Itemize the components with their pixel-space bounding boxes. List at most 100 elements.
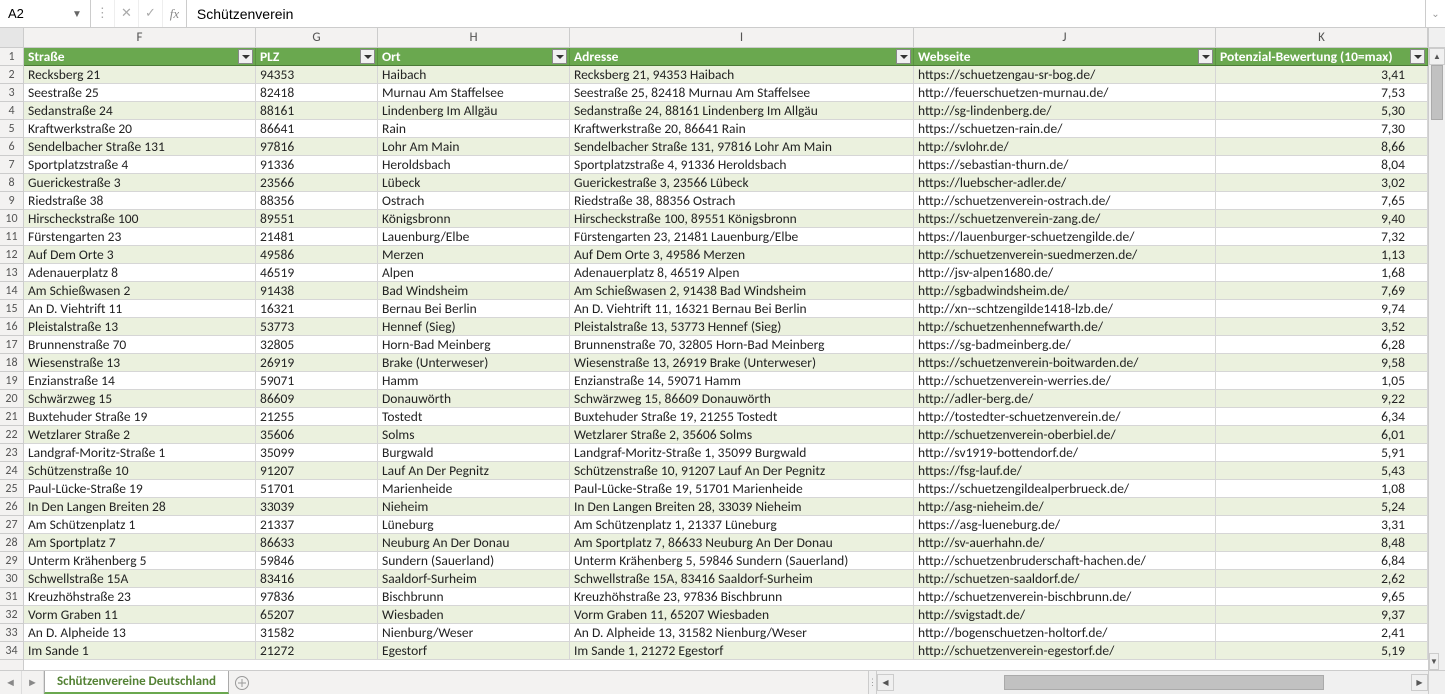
cell-I[interactable]: Sportplatzstraße 4, 91336 Heroldsbach (570, 156, 914, 173)
cell-H[interactable]: Alpen (378, 264, 570, 281)
cell-J[interactable]: http://feuerschuetzen-murnau.de/ (914, 84, 1216, 101)
cell-I[interactable]: Riedstraße 38, 88356 Ostrach (570, 192, 914, 209)
cell-G[interactable]: 97816 (256, 138, 378, 155)
formula-input[interactable] (187, 0, 1425, 27)
cell-F[interactable]: Sedanstraße 24 (24, 102, 256, 119)
cell-G[interactable]: 65207 (256, 606, 378, 623)
cell-J[interactable]: http://sv1919-bottendorf.de/ (914, 444, 1216, 461)
cell-F[interactable]: Vorm Graben 11 (24, 606, 256, 623)
cell-G[interactable]: 91336 (256, 156, 378, 173)
cell-K[interactable]: 7,32 (1216, 228, 1428, 245)
cell-J[interactable]: https://luebscher-adler.de/ (914, 174, 1216, 191)
cell-F[interactable]: Im Sande 1 (24, 642, 256, 659)
row-header-31[interactable]: 31 (0, 588, 23, 606)
cell-I[interactable]: Seestraße 25, 82418 Murnau Am Staffelsee (570, 84, 914, 101)
cell-G[interactable]: 23566 (256, 174, 378, 191)
cell-F[interactable]: Sendelbacher Straße 131 (24, 138, 256, 155)
cell-F[interactable]: Auf Dem Orte 3 (24, 246, 256, 263)
cell-J[interactable]: http://schuetzenbruderschaft-hachen.de/ (914, 552, 1216, 569)
cell-K[interactable]: 1,05 (1216, 372, 1428, 389)
cell-I[interactable]: Landgraf-Moritz-Straße 1, 35099 Burgwald (570, 444, 914, 461)
cell-J[interactable]: http://sg-lindenberg.de/ (914, 102, 1216, 119)
cell-I[interactable]: Pleistalstraße 13, 53773 Hennef (Sieg) (570, 318, 914, 335)
cell-H[interactable]: Bischbrunn (378, 588, 570, 605)
row-header-20[interactable]: 20 (0, 390, 23, 408)
cell-J[interactable]: https://schuetzen-rain.de/ (914, 120, 1216, 137)
name-box-dropdown-icon[interactable]: ▼ (68, 7, 86, 20)
cell-F[interactable]: Paul-Lücke-Straße 19 (24, 480, 256, 497)
cell-G[interactable]: 86609 (256, 390, 378, 407)
row-header-32[interactable]: 32 (0, 606, 23, 624)
cell-G[interactable]: 88356 (256, 192, 378, 209)
row-header-9[interactable]: 9 (0, 192, 23, 210)
cell-H[interactable]: Nienburg/Weser (378, 624, 570, 641)
cell-H[interactable]: Marienheide (378, 480, 570, 497)
cell-F[interactable]: Am Schützenplatz 1 (24, 516, 256, 533)
cell-H[interactable]: Merzen (378, 246, 570, 263)
cell-H[interactable]: Neuburg An Der Donau (378, 534, 570, 551)
cell-G[interactable]: 86633 (256, 534, 378, 551)
cell-H[interactable]: Haibach (378, 66, 570, 83)
cell-K[interactable]: 8,48 (1216, 534, 1428, 551)
scroll-up-icon[interactable]: ▲ (1429, 48, 1445, 65)
cell-H[interactable]: Sundern (Sauerland) (378, 552, 570, 569)
cell-I[interactable]: Paul-Lücke-Straße 19, 51701 Marienheide (570, 480, 914, 497)
cell-J[interactable]: https://sg-badmeinberg.de/ (914, 336, 1216, 353)
enter-icon[interactable]: ✓ (139, 0, 163, 27)
cell-J[interactable]: http://schuetzenverein-egestorf.de/ (914, 642, 1216, 659)
cell-I[interactable]: Im Sande 1, 21272 Egestorf (570, 642, 914, 659)
cell-K[interactable]: 9,40 (1216, 210, 1428, 227)
cell-F[interactable]: Landgraf-Moritz-Straße 1 (24, 444, 256, 461)
cell-J[interactable]: http://schuetzenverein-bischbrunn.de/ (914, 588, 1216, 605)
cell-J[interactable]: http://schuetzenhennefwarth.de/ (914, 318, 1216, 335)
cell-I[interactable]: Auf Dem Orte 3, 49586 Merzen (570, 246, 914, 263)
cell-F[interactable]: Seestraße 25 (24, 84, 256, 101)
vscroll-track[interactable] (1429, 65, 1445, 653)
row-header-11[interactable]: 11 (0, 228, 23, 246)
cell-G[interactable]: 49586 (256, 246, 378, 263)
cell-K[interactable]: 6,84 (1216, 552, 1428, 569)
cell-G[interactable]: 82418 (256, 84, 378, 101)
cell-G[interactable]: 91207 (256, 462, 378, 479)
filter-dropdown-icon[interactable] (896, 49, 911, 64)
cell-G[interactable]: 33039 (256, 498, 378, 515)
cell-J[interactable]: http://bogenschuetzen-holtorf.de/ (914, 624, 1216, 641)
cell-F[interactable]: Schwellstraße 15A (24, 570, 256, 587)
cell-I[interactable]: Wiesenstraße 13, 26919 Brake (Unterweser… (570, 354, 914, 371)
cell-H[interactable]: Hamm (378, 372, 570, 389)
row-header-14[interactable]: 14 (0, 282, 23, 300)
cell-F[interactable]: Schwärzweg 15 (24, 390, 256, 407)
cell-J[interactable]: https://schuetzengau-sr-bog.de/ (914, 66, 1216, 83)
cell-K[interactable]: 1,68 (1216, 264, 1428, 281)
cell-G[interactable]: 97836 (256, 588, 378, 605)
column-header-J[interactable]: J (914, 28, 1216, 47)
cell-K[interactable]: 1,08 (1216, 480, 1428, 497)
cell-I[interactable]: Vorm Graben 11, 65207 Wiesbaden (570, 606, 914, 623)
cell-I[interactable]: Sedanstraße 24, 88161 Lindenberg Im Allg… (570, 102, 914, 119)
row-header-24[interactable]: 24 (0, 462, 23, 480)
cell-F[interactable]: Enzianstraße 14 (24, 372, 256, 389)
cell-F[interactable]: Pleistalstraße 13 (24, 318, 256, 335)
sheet-tab[interactable]: Schützenvereine Deutschland (44, 671, 229, 694)
cell-G[interactable]: 53773 (256, 318, 378, 335)
cell-G[interactable]: 26919 (256, 354, 378, 371)
cell-I[interactable]: Buxtehuder Straße 19, 21255 Tostedt (570, 408, 914, 425)
sheet-nav-next-icon[interactable]: ► (22, 671, 44, 694)
cell-G[interactable]: 21481 (256, 228, 378, 245)
row-header-1[interactable]: 1 (0, 48, 23, 66)
cell-K[interactable]: 7,65 (1216, 192, 1428, 209)
cell-J[interactable]: http://asg-nieheim.de/ (914, 498, 1216, 515)
cell-H[interactable]: Hennef (Sieg) (378, 318, 570, 335)
row-header-12[interactable]: 12 (0, 246, 23, 264)
cell-J[interactable]: http://xn--schtzengilde1418-lzb.de/ (914, 300, 1216, 317)
filter-dropdown-icon[interactable] (552, 49, 567, 64)
cell-G[interactable]: 16321 (256, 300, 378, 317)
cell-K[interactable]: 9,37 (1216, 606, 1428, 623)
cell-I[interactable]: Recksberg 21, 94353 Haibach (570, 66, 914, 83)
cell-G[interactable]: 46519 (256, 264, 378, 281)
table-header-J[interactable]: Webseite (914, 48, 1216, 65)
cell-G[interactable]: 83416 (256, 570, 378, 587)
cell-F[interactable]: Riedstraße 38 (24, 192, 256, 209)
cell-G[interactable]: 35606 (256, 426, 378, 443)
cell-H[interactable]: Lüneburg (378, 516, 570, 533)
